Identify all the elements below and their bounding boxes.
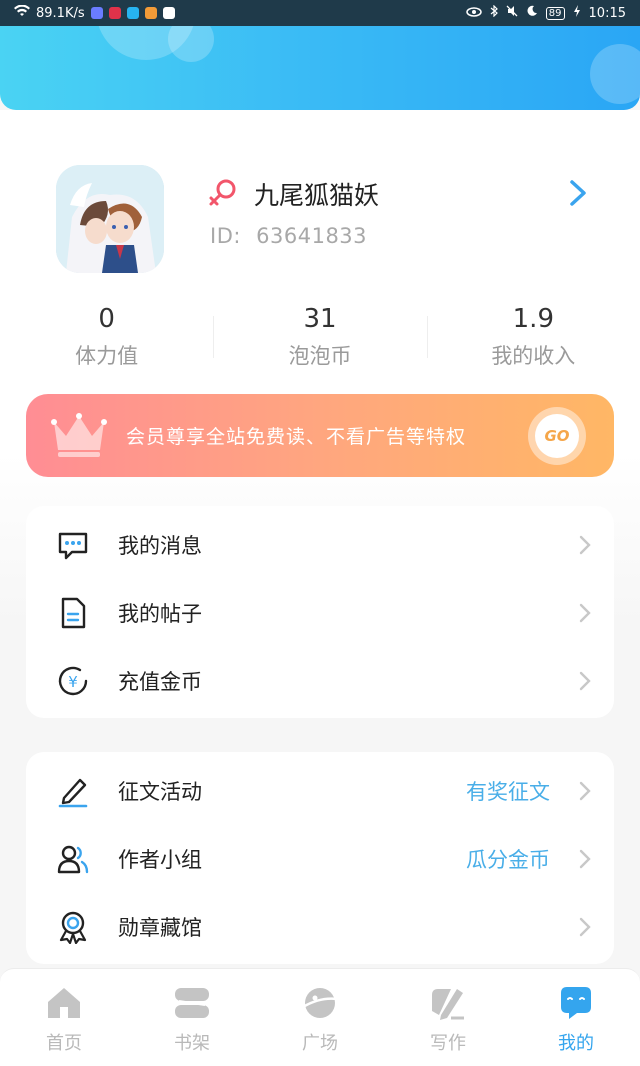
stat-value: 1.9 (512, 304, 554, 334)
coin-icon: ¥ (58, 666, 88, 696)
upload-icon (162, 7, 175, 19)
avatar[interactable] (56, 165, 164, 273)
moon-icon (526, 5, 538, 21)
vip-go-button[interactable]: GO (528, 407, 586, 465)
nickname: 九尾狐猫妖 (254, 181, 380, 210)
menu-item-label: 充值金币 (118, 670, 202, 694)
vip-go-label: GO (535, 414, 579, 458)
chevron-right-icon (579, 849, 591, 869)
planet-icon (302, 988, 338, 1018)
app-notification-icon (90, 7, 103, 19)
user-id-label: ID: (210, 224, 241, 248)
chevron-right-icon (579, 781, 591, 801)
tab-home[interactable]: 首页 (0, 969, 128, 1066)
menu-item-medals[interactable]: 勋章藏馆 (26, 893, 614, 961)
message-icon (58, 532, 88, 560)
stat-label: 我的收入 (491, 344, 576, 368)
pen-icon (58, 778, 88, 808)
document-icon (61, 597, 86, 629)
chevron-right-icon (579, 535, 591, 555)
tab-plaza[interactable]: 广场 (256, 969, 384, 1066)
menu-card-writing: 征文活动 有奖征文 作者小组 瓜分金币 勋章藏馆 (26, 752, 614, 964)
chevron-right-icon (579, 603, 591, 623)
tab-write[interactable]: 写作 (384, 969, 512, 1066)
home-icon (48, 988, 80, 1018)
clock-time: 10:15 (588, 5, 626, 21)
menu-item-messages[interactable]: 我的消息 (26, 511, 614, 579)
eye-icon (466, 6, 482, 21)
menu-item-posts[interactable]: 我的帖子 (26, 579, 614, 647)
menu-item-contest[interactable]: 征文活动 有奖征文 (26, 757, 614, 825)
profile-chat-icon (561, 987, 591, 1019)
menu-item-author-group[interactable]: 作者小组 瓜分金币 (26, 825, 614, 893)
medal-icon (59, 911, 87, 944)
bookshelf-icon (175, 988, 209, 1018)
vip-promo-text: 会员尊享全站免费读、不看广告等特权 (126, 426, 467, 448)
chevron-right-icon[interactable] (566, 178, 590, 208)
stats-row: 0 体力值 31 泡泡币 1.9 我的收入 (0, 302, 640, 372)
write-icon (432, 989, 464, 1020)
app-notification-icon (144, 7, 157, 19)
stat-bubble-coins[interactable]: 31 泡泡币 (213, 302, 426, 372)
tab-bookshelf[interactable]: 书架 (128, 969, 256, 1066)
tab-label: 广场 (302, 1033, 338, 1054)
menu-item-label: 作者小组 (118, 848, 202, 872)
charging-icon (573, 5, 581, 21)
crown-icon (51, 413, 107, 457)
menu-card-account: 我的消息 我的帖子 ¥ 充值金币 (26, 506, 614, 718)
vip-banner[interactable]: 会员尊享全站免费读、不看广告等特权 GO (26, 394, 614, 477)
stat-income[interactable]: 1.9 我的收入 (426, 302, 640, 372)
stat-value: 31 (303, 304, 337, 334)
menu-item-label: 勋章藏馆 (118, 916, 202, 940)
menu-item-label: 我的消息 (118, 534, 202, 558)
stat-label: 体力值 (75, 344, 139, 368)
app-notification-icon (126, 7, 139, 19)
stat-value: 0 (98, 304, 115, 334)
tab-mine[interactable]: 我的 (512, 969, 640, 1066)
wifi-icon (14, 4, 30, 21)
menu-item-recharge[interactable]: ¥ 充值金币 (26, 647, 614, 715)
group-icon (57, 845, 89, 874)
tab-label: 我的 (558, 1033, 594, 1054)
bluetooth-icon (490, 4, 498, 21)
chevron-right-icon (579, 671, 591, 691)
bottom-tab-bar: 首页 书架 广场 写作 我的 (0, 968, 640, 1066)
menu-item-hint: 有奖征文 (466, 780, 550, 804)
chevron-right-icon (579, 917, 591, 937)
app-notification-icon (108, 7, 121, 19)
battery-indicator: 89 (545, 6, 565, 20)
user-id-value: 63641833 (256, 224, 368, 248)
female-icon (209, 179, 236, 206)
mute-icon (506, 5, 518, 21)
tab-label: 书架 (174, 1033, 210, 1054)
menu-item-label: 征文活动 (118, 780, 202, 804)
network-speed: 89.1K/s (36, 5, 85, 21)
stat-stamina[interactable]: 0 体力值 (0, 302, 213, 372)
tab-label: 首页 (46, 1033, 82, 1054)
menu-item-label: 我的帖子 (118, 602, 202, 626)
stat-label: 泡泡币 (288, 344, 352, 368)
status-bar: 89.1K/s 89 10:15 (0, 0, 640, 26)
user-id: ID: 63641833 (210, 224, 367, 248)
tab-label: 写作 (430, 1033, 466, 1054)
svg-text:¥: ¥ (68, 673, 78, 691)
menu-item-hint: 瓜分金币 (466, 848, 550, 872)
